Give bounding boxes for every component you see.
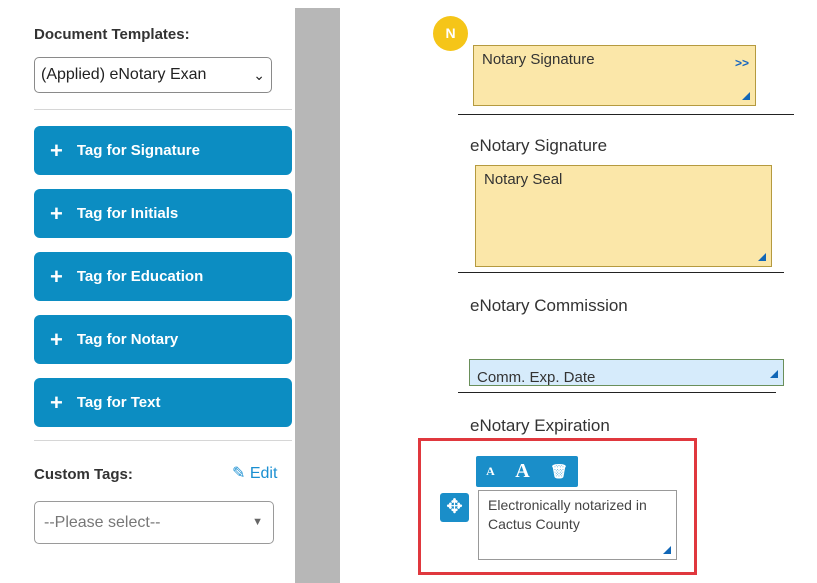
plus-icon: + [50,326,63,352]
chevron-down-icon: ⌄ [253,67,265,83]
commission-line [458,392,776,393]
trash-icon[interactable]: 🗑 [550,464,568,480]
enotary-signature-label: eNotary Signature [470,136,608,155]
document-templates-label: Document Templates: [34,26,190,43]
expand-arrows-icon[interactable]: >> [735,56,749,70]
edit-label: Edit [249,465,278,482]
page-gutter [295,8,340,583]
edit-custom-tags-link[interactable]: ✎ Edit [232,463,277,483]
divider [34,440,292,441]
caret-down-icon: ▼ [252,516,263,528]
tag-button-label: Tag for Education [76,268,204,285]
custom-tags-label: Custom Tags: [34,466,133,483]
resize-handle-icon[interactable] [742,92,750,100]
edit-icon: ✎ [232,465,246,482]
seal-line [458,272,784,273]
tag-for-notary-button[interactable]: + Tag for Notary [34,315,292,364]
tag-for-signature-button[interactable]: + Tag for Signature [34,126,292,175]
resize-handle-icon[interactable] [663,546,671,554]
plus-icon: + [50,389,63,415]
tag-button-label: Tag for Text [76,394,161,411]
move-icon[interactable]: ✥ [440,493,469,522]
tag-for-initials-button[interactable]: + Tag for Initials [34,189,292,238]
custom-tags-select[interactable]: --Please select-- ▼ [34,501,274,544]
tag-sidebar: Document Templates: (Applied) eNotary Ex… [22,8,295,583]
increase-font-button[interactable]: A [515,460,529,483]
tag-button-label: Tag for Initials [76,205,179,222]
notary-badge: N [433,16,468,51]
tag-button-label: Tag for Notary [76,331,179,348]
document-template-select[interactable]: (Applied) eNotary Exan ⌄ [34,57,272,93]
enotary-commission-label: eNotary Commission [470,296,628,315]
tag-for-text-button[interactable]: + Tag for Text [34,378,292,427]
resize-handle-icon[interactable] [770,370,778,378]
text-tag-toolbar: A A 🗑 [476,456,578,487]
signature-line [458,114,794,115]
tag-for-education-button[interactable]: + Tag for Education [34,252,292,301]
document-template-select-value: (Applied) eNotary Exan [41,66,207,83]
comm-exp-date-field-label: Comm. Exp. Date [477,369,596,386]
custom-tags-select-placeholder: --Please select-- [44,514,161,531]
notary-signature-field-label: Notary Signature [482,51,595,68]
notary-seal-field[interactable]: Notary Seal [475,165,772,267]
tag-button-label: Tag for Signature [76,142,200,159]
notary-signature-field[interactable]: Notary Signature >> [473,45,756,106]
text-tag-value: Electronically notarized in Cactus Count… [488,497,647,532]
plus-icon: + [50,200,63,226]
text-tag-input[interactable]: Electronically notarized in Cactus Count… [478,490,677,560]
resize-handle-icon[interactable] [758,253,766,261]
decrease-font-button[interactable]: A [486,464,495,479]
notary-seal-field-label: Notary Seal [484,171,563,188]
enotary-expiration-label: eNotary Expiration [470,416,610,435]
comm-exp-date-field[interactable]: Comm. Exp. Date [469,359,784,386]
divider [34,109,292,110]
plus-icon: + [50,263,63,289]
plus-icon: + [50,137,63,163]
